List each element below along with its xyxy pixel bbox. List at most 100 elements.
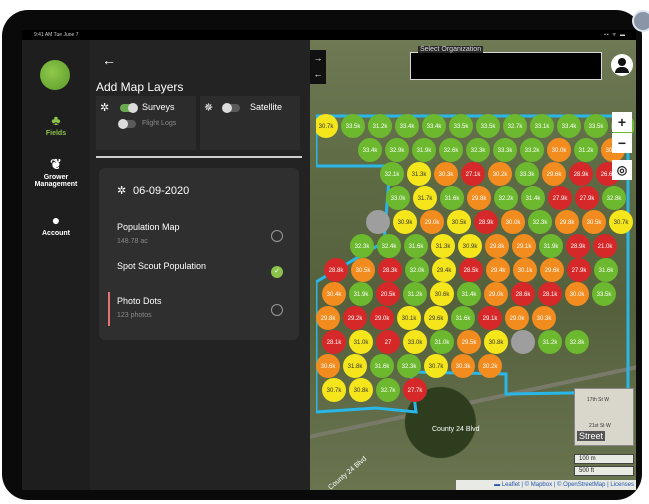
drone-icon: ✲ (117, 185, 127, 197)
option-subtitle: 123 photos (117, 312, 152, 319)
population-dot-label: 32.0k (410, 268, 426, 274)
collapse-panel-button[interactable]: → ← (310, 50, 326, 84)
population-dot-label: 32.8k (570, 340, 586, 346)
population-dot-label: 31.9k (544, 244, 560, 250)
population-dot-label: 21.0k (598, 244, 614, 250)
organization-select-label: Select Organization (418, 46, 484, 53)
population-dot-label: 30.5k (356, 268, 372, 274)
population-dot-label: 33.4k (363, 148, 379, 154)
population-dot-label: 32.4k (382, 244, 398, 250)
nav-item-grower-management[interactable]: ❦ Grower Management (22, 156, 90, 188)
population-dot-label: 30.7k (327, 388, 343, 394)
surveys-toggle[interactable] (120, 103, 138, 113)
user-avatar-icon[interactable] (611, 54, 633, 76)
population-dot-label: 33.0k (408, 340, 424, 346)
population-dot-label: 31.9k (417, 148, 433, 154)
road-label: County 24 Blvd (327, 455, 369, 490)
satellite-label: Satellite (250, 102, 283, 112)
population-dot-label: 31.4k (462, 292, 478, 298)
population-dot-label: 33.1k (535, 124, 551, 130)
population-dot-label: 31.3k (436, 244, 452, 250)
population-dot-label: 33.4k (562, 124, 578, 130)
population-dot-label: 30.9k (398, 220, 414, 226)
population-dot-label: 30.3k (439, 172, 455, 178)
nav-item-label: Account (42, 230, 70, 237)
account-icon: ● (51, 212, 61, 228)
population-dot-label: 28.1k (327, 340, 343, 346)
map-view[interactable]: → ← Select Organization 30.7k 33.5k 31.2k 33… (310, 40, 636, 490)
population-dot-label: 29.6k (545, 268, 561, 274)
flight-logs-toggle[interactable] (118, 119, 136, 129)
organization-select[interactable] (410, 52, 602, 80)
map-attribution[interactable]: ▬ Leaflet | © Mapbox | © OpenStreetMap |… (456, 480, 636, 490)
population-dot-label: 29.0k (489, 292, 505, 298)
population-dot-label: 33.2k (525, 148, 541, 154)
population-dot-label: 33.5k (481, 124, 497, 130)
satellite-layer-box: ✵ Satellite (200, 96, 300, 150)
population-dot[interactable] (366, 210, 390, 234)
locate-icon[interactable]: ◎ (612, 160, 632, 180)
zoom-in-button[interactable]: + (612, 112, 632, 132)
population-dot-label: 31.0k (435, 340, 451, 346)
population-dot-label: 32.3k (471, 148, 487, 154)
population-dot-label: 32.7k (381, 388, 397, 394)
population-dot-label: 30.3k (537, 316, 553, 322)
nav-item-account[interactable]: ● Account (22, 212, 90, 237)
scale-meters: 100 m (574, 454, 634, 464)
population-dot[interactable] (511, 330, 535, 354)
population-dot-label: 29.5k (462, 340, 478, 346)
population-dot-label: 30.6k (321, 364, 337, 370)
option-radio[interactable] (271, 304, 283, 316)
satellite-toggle[interactable] (222, 103, 240, 113)
option-subtitle: 148.78 ac (117, 238, 148, 245)
population-dot-label: 31.6k (375, 364, 391, 370)
app-logo (40, 60, 70, 90)
population-dot-label: 30.2k (483, 364, 499, 370)
back-arrow-icon[interactable]: ← (102, 52, 116, 68)
population-dot-label: 30.0k (552, 148, 568, 154)
paw-icon: ❦ (50, 156, 62, 172)
population-dot-label: 31.2k (408, 292, 424, 298)
population-dot-label: 29.6k (429, 316, 445, 322)
population-dot-label: 31.8k (348, 364, 364, 370)
population-dot-label: 28.9k (571, 244, 587, 250)
population-dot-label: 31.2k (373, 124, 389, 130)
population-dot-label: 30.0k (570, 292, 586, 298)
population-dot-label: 30.0k (506, 220, 522, 226)
population-dot-label: 29.0k (425, 220, 441, 226)
population-dot-label: 30.5k (452, 220, 468, 226)
population-dot-label: 31.2k (543, 340, 559, 346)
population-dot-label: 31.3k (412, 172, 428, 178)
population-dot-label: 31.2k (579, 148, 595, 154)
option-radio[interactable] (271, 230, 283, 242)
population-dot-label: 31.9k (354, 292, 370, 298)
population-dot-label: 31.0k (354, 340, 370, 346)
option-title: Photo Dots (117, 296, 162, 306)
street-style-thumbnail[interactable]: 17th St W 21st St W Street (574, 388, 634, 446)
population-dot-label: 30.6k (435, 292, 451, 298)
population-dot-label: 31.7k (418, 196, 434, 202)
camera-icon (632, 10, 649, 32)
population-dot-label: 33.4k (400, 124, 416, 130)
population-dot-label: 28.8k (329, 268, 345, 274)
population-dot-label: 29.4k (437, 268, 453, 274)
population-dot-label: 30.1k (518, 268, 534, 274)
population-dot-label: 30.5k (587, 220, 603, 226)
nav-item-fields[interactable]: ♣ Fields (22, 112, 90, 137)
population-dot-label: 27.9k (553, 196, 569, 202)
population-dot-label: 28.6k (516, 292, 532, 298)
status-bar: 9:41 AM Tue June 7 ▪▪ ᯤ ▬ (34, 30, 634, 40)
divider (96, 156, 302, 158)
population-dot-label: 31.6k (456, 316, 472, 322)
population-dot-label: 30.1k (402, 316, 418, 322)
selection-indicator (108, 292, 110, 326)
population-dot-label: 29.8k (490, 244, 506, 250)
zoom-out-button[interactable]: − (612, 133, 632, 153)
status-time: 9:41 AM Tue June 7 (34, 32, 79, 38)
option-title: Population Map (117, 222, 180, 232)
checkmark-icon[interactable]: ✓ (271, 266, 283, 278)
population-dot-label: 28.9k (479, 220, 495, 226)
population-dot-label: 32.1k (385, 172, 401, 178)
surveys-label: Surveys (142, 102, 175, 112)
population-dot-label: 29.4k (491, 268, 507, 274)
